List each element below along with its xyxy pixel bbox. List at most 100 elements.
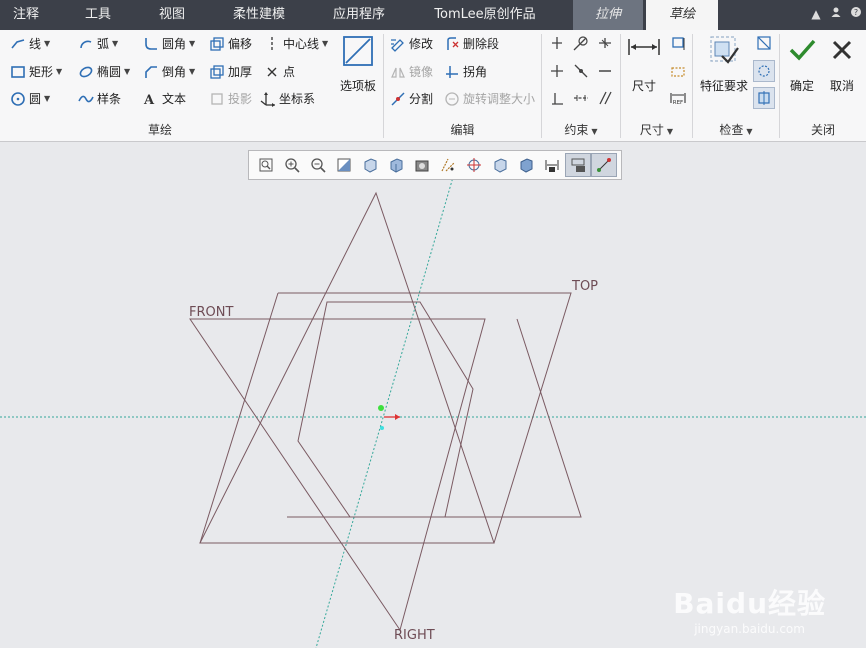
parallel-constraint-button[interactable] <box>594 87 616 109</box>
zoom-in-button[interactable] <box>279 153 305 177</box>
refit-button[interactable] <box>253 153 279 177</box>
help-icon[interactable]: ? <box>846 0 866 30</box>
vertex-display-button[interactable] <box>591 153 617 177</box>
tab-tomlee-works[interactable]: TomLee原创作品 <box>425 0 545 30</box>
saved-orientations-button[interactable] <box>383 153 409 177</box>
top-plane-label[interactable]: TOP <box>572 279 598 294</box>
vertex-display-icon <box>597 158 611 172</box>
front-plane-label[interactable]: FRONT <box>189 305 233 320</box>
vertical-constraint-button[interactable] <box>546 32 568 54</box>
coordsys-button[interactable]: 坐标系 <box>260 88 315 110</box>
tab-tools[interactable]: 工具 <box>72 0 124 30</box>
offset-button[interactable]: 偏移 <box>209 33 252 55</box>
tab-applications[interactable]: 应用程序 <box>322 0 396 30</box>
spline-button[interactable]: 样条 <box>78 88 121 110</box>
fillet-button[interactable]: 圆角 ▼ <box>143 33 195 55</box>
overlapping-geometry-button[interactable] <box>753 87 775 109</box>
datum-display-icon <box>441 158 455 172</box>
baseline-dimension-button[interactable] <box>667 60 689 82</box>
spin-center-button[interactable] <box>461 153 487 177</box>
dimension-display-button[interactable] <box>539 153 565 177</box>
tab-view[interactable]: 视图 <box>146 0 198 30</box>
point-icon <box>264 64 280 80</box>
right-plane-label[interactable]: RIGHT <box>394 628 435 643</box>
circle-label: 圆 <box>29 92 42 106</box>
divide-button[interactable]: 分割 <box>390 88 433 110</box>
symmetric-constraint-icon <box>574 95 588 101</box>
palette-label: 选项板 <box>339 79 376 93</box>
highlight-open-ends-icon <box>757 36 771 50</box>
group-constrain-label[interactable]: 约束 ▼ <box>542 121 620 138</box>
chamfer-button[interactable]: 倒角 ▼ <box>143 61 195 83</box>
reference-dimension-button[interactable]: REF <box>667 87 689 109</box>
feature-requirements-button[interactable]: 特征要求 <box>697 34 751 94</box>
datum-display-button[interactable] <box>435 153 461 177</box>
hexagon <box>297 301 474 518</box>
group-inspect: 特征要求 检查 ▼ <box>693 30 779 142</box>
project-label: 投影 <box>228 92 253 106</box>
view-manager-icon <box>415 160 429 172</box>
group-sketch: 线 ▼ 弧 ▼ 圆角 ▼ 偏移 中心线 ▼ 矩形 ▼ 椭圆 ▼ 倒角 ▼ 加厚 … <box>0 30 383 142</box>
line-button[interactable]: 线 ▼ <box>10 33 50 55</box>
perimeter-dimension-icon <box>672 37 685 50</box>
rotate-resize-button[interactable]: 旋转调整大小 <box>444 88 535 110</box>
cancel-button[interactable]: 取消 <box>826 38 858 94</box>
text-button[interactable]: A 文本 <box>143 88 186 110</box>
rectangle-button[interactable]: 矩形 ▼ <box>10 61 62 83</box>
mirror-button[interactable]: 镜像 <box>390 61 433 83</box>
constrain-label-text: 约束 <box>564 123 589 137</box>
shade-closed-loops-button[interactable] <box>753 60 775 82</box>
tangent-constraint-button[interactable] <box>570 32 592 54</box>
annotation-display-button[interactable] <box>487 153 513 177</box>
text-icon: A <box>143 91 159 107</box>
arc-button[interactable]: 弧 ▼ <box>78 33 118 55</box>
tab-extrude[interactable]: 拉伸 <box>573 0 643 30</box>
palette-button[interactable]: 选项板 <box>336 34 380 94</box>
display-style-button[interactable] <box>357 153 383 177</box>
horizontal-constraint-icon <box>551 65 563 77</box>
circle-button[interactable]: 圆 ▼ <box>10 88 50 110</box>
delete-segment-button[interactable]: 删除段 <box>444 33 499 55</box>
point-button[interactable]: 点 <box>264 61 295 83</box>
tab-sketch[interactable]: 草绘 <box>646 0 718 30</box>
zoom-out-button[interactable] <box>305 153 331 177</box>
centerline-button[interactable]: 中心线 ▼ <box>264 33 328 55</box>
sketch-canvas[interactable] <box>0 143 866 648</box>
midpoint-constraint-button[interactable] <box>594 32 616 54</box>
highlight-open-ends-button[interactable] <box>753 32 775 54</box>
dimension-button[interactable]: 尺寸 <box>625 36 663 94</box>
group-inspect-label[interactable]: 检查 ▼ <box>693 121 779 138</box>
perpendicular-constraint-button[interactable] <box>546 87 568 109</box>
constraint-display-button[interactable] <box>565 153 591 177</box>
sketch-view-button[interactable] <box>513 153 539 177</box>
zoom-out-icon <box>311 158 326 173</box>
offset-label: 偏移 <box>228 37 253 51</box>
modify-button[interactable]: 修改 <box>390 33 433 55</box>
rotate-resize-icon <box>444 91 460 107</box>
corner-button[interactable]: 拐角 <box>444 61 487 83</box>
project-button[interactable]: 投影 <box>209 88 252 110</box>
ok-button[interactable]: 确定 <box>786 38 818 94</box>
upward-triangle <box>199 191 495 544</box>
perimeter-dimension-button[interactable] <box>667 32 689 54</box>
menu-tab-bar: 注释 工具 视图 柔性建模 应用程序 TomLee原创作品 拉伸 草绘 ▲ ? <box>0 0 866 30</box>
symmetric-constraint-button[interactable] <box>570 87 592 109</box>
fillet-label: 圆角 <box>162 37 187 51</box>
chamfer-label: 倒角 <box>162 65 187 79</box>
ellipse-button[interactable]: 椭圆 ▼ <box>78 61 130 83</box>
repaint-button[interactable] <box>331 153 357 177</box>
overlapping-geometry-icon <box>758 91 770 105</box>
group-close: 确定 取消 关闭 <box>780 30 866 142</box>
graphics-area[interactable]: FRONT TOP RIGHT Baidu经验 jingyan.baidu.co… <box>0 143 866 648</box>
tab-flexible-modeling[interactable]: 柔性建模 <box>222 0 296 30</box>
user-icon[interactable] <box>826 0 846 30</box>
minimize-ribbon-icon[interactable]: ▲ <box>806 0 826 30</box>
thicken-button[interactable]: 加厚 <box>209 61 252 83</box>
equal-constraint-button[interactable] <box>594 60 616 82</box>
view-manager-button[interactable] <box>409 153 435 177</box>
horizontal-constraint-button[interactable] <box>546 60 568 82</box>
tab-annotate[interactable]: 注释 <box>0 0 52 30</box>
group-dimension-label[interactable]: 尺寸 ▼ <box>621 121 692 138</box>
group-edit: 修改 删除段 镜像 拐角 分割 旋转调整大小 编辑 <box>384 30 541 142</box>
coincident-constraint-button[interactable] <box>570 60 592 82</box>
